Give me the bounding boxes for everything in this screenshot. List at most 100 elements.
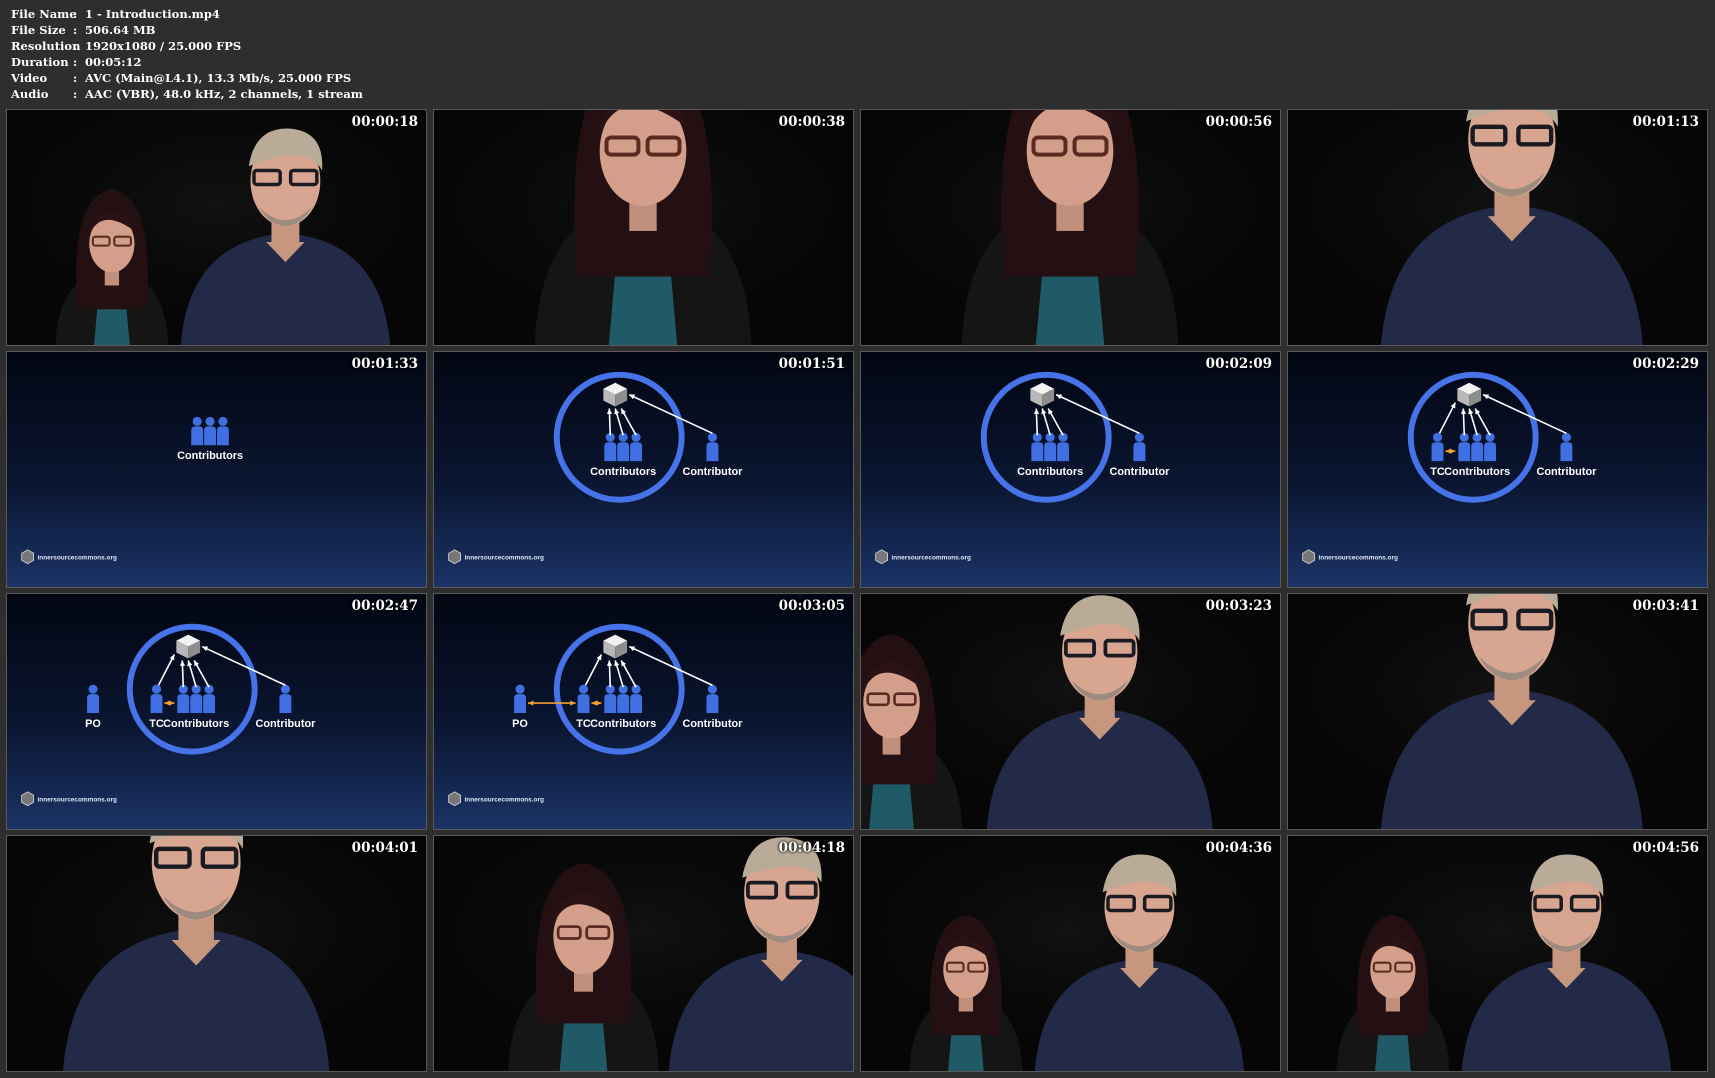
contribution-arrow [1047,408,1064,436]
product-owner-person-icon [87,684,99,713]
info-label: Resolution [11,38,81,53]
video-frame [861,594,1280,829]
info-label: Audio [11,86,49,101]
slide-frame: innersourcecommons.org Contributors Contri… [448,623,743,807]
info-row-duration: Duration : 00:05:12 [11,55,363,71]
tc-contribution-arrow [584,654,603,686]
info-value: 506.64 MB [85,22,156,37]
video-thumbnail[interactable]: 00:00:38 [433,109,854,346]
thumbnail-timestamp: 00:04:18 [778,840,845,856]
contributor-label: Contributor [1109,466,1170,478]
contributor-person-icon [1471,432,1484,462]
info-value: 1920x1080 / 25.000 FPS [85,38,242,53]
innersource-logo [875,549,888,565]
contributor-person-icon [630,684,643,713]
contributor-person-icon [1458,432,1471,462]
contributor-person-icon [617,684,630,713]
video-thumbnail[interactable]: innersourcecommons.org Contributors 00:01:… [6,351,427,588]
video-thumbnail[interactable]: 00:01:13 [1287,109,1708,346]
video-thumbnail[interactable]: 00:04:56 [1287,835,1708,1072]
contribution-arrow [620,660,637,688]
info-row-file-size: File Size : 506.64 MB [11,23,363,39]
po-tc-link [527,700,576,706]
video-frame [861,110,1280,345]
video-thumbnail[interactable]: innersourcecommons.org Contributors Contri… [860,351,1281,588]
footer-url: innersourcecommons.org [465,555,544,562]
repository-cube-icon [1457,382,1482,407]
po-label: PO [85,718,101,730]
contributors-label: Contributors [177,450,243,462]
contributor-person-icon [216,416,229,446]
external-contributor-person-icon [1133,432,1146,462]
trusted-committer-person-icon [150,684,163,713]
tc-label: TC [1430,466,1445,478]
video-thumbnail[interactable]: 00:04:01 [6,835,427,1072]
info-separator: : [73,86,78,101]
contributor-person-icon [617,432,630,462]
contribution-arrow [1460,408,1467,436]
video-thumbnail[interactable]: innersourcecommons.org Contributors Contri… [6,593,427,830]
footer-url: innersourcecommons.org [1319,555,1398,562]
tc-label: TC [576,718,591,730]
video-frame [861,836,1280,1071]
video-thumbnail[interactable]: innersourcecommons.org Contributors Contri… [1287,351,1708,588]
info-row-file-name: File Name : 1 - Introduction.mp4 [11,7,363,23]
info-value: AVC (Main@L4.1), 13.3 Mb/s, 25.000 FPS [85,70,352,85]
video-thumbnail[interactable]: 00:04:36 [860,835,1281,1072]
thumbnail-timestamp: 00:00:18 [351,114,418,130]
thumbnail-timestamp: 00:01:51 [778,356,845,372]
contribution-arrow [606,408,613,436]
contributor-person-icon [1484,432,1497,462]
contributor-label: Contributor [255,718,316,730]
tc-contributors-link [1445,448,1456,454]
thumbnail-timestamp: 00:02:29 [1632,356,1699,372]
contribution-arrow [179,660,186,688]
tc-contributors-link [164,700,175,706]
info-separator: : [73,70,78,85]
innersource-logo [21,549,34,565]
video-thumbnail[interactable]: 00:03:23 [860,593,1281,830]
contributors-label: Contributors [1444,466,1510,478]
info-row-video: Video : AVC (Main@L4.1), 13.3 Mb/s, 25.0… [11,71,363,87]
thumbnail-timestamp: 00:03:23 [1205,598,1272,614]
innersource-logo [1302,549,1315,565]
slide-frame: innersourcecommons.org Contributors [21,416,243,565]
slide-frame: innersourcecommons.org Contributors Contri… [21,623,316,807]
video-thumbnail[interactable]: innersourcecommons.org Contributors Contri… [433,351,854,588]
info-separator: : [73,22,78,37]
contributor-person-icon [630,432,643,462]
thumbnail-timestamp: 00:03:05 [778,598,845,614]
repository-cube-icon [603,382,628,407]
contributor-person-icon [191,416,204,446]
footer-url: innersourcecommons.org [892,555,971,562]
video-frame [434,836,853,1071]
thumbnail-timestamp: 00:00:38 [778,114,845,130]
slide-frame: innersourcecommons.org Contributors Contri… [448,371,743,565]
contributor-person-icon [1057,432,1070,462]
external-contributor-person-icon [1560,432,1573,462]
product-owner-person-icon [514,684,526,713]
thumbnail-timestamp: 00:02:47 [351,598,418,614]
video-thumbnail[interactable]: 00:03:41 [1287,593,1708,830]
slide-frame: innersourcecommons.org Contributors Contri… [875,371,1170,565]
video-frame [1288,836,1707,1071]
contributor-person-icon [604,684,617,713]
contributors-label: Contributors [163,718,229,730]
contribution-arrow [193,660,210,688]
video-frame [1288,110,1707,345]
contributor-person-icon [1031,432,1044,462]
video-thumbnail[interactable]: 00:00:56 [860,109,1281,346]
info-separator: : [73,54,78,69]
thumbnail-timestamp: 00:04:56 [1632,840,1699,856]
video-thumbnail[interactable]: 00:04:18 [433,835,854,1072]
contributor-person-icon [190,684,203,713]
contributor-person-icon [204,416,217,446]
info-row-audio: Audio : AAC (VBR), 48.0 kHz, 2 channels,… [11,87,363,103]
thumbnail-timestamp: 00:04:01 [351,840,418,856]
video-thumbnail[interactable]: innersourcecommons.org Contributors Contri… [433,593,854,830]
contribution-arrow [1033,408,1040,436]
info-label: File Name [11,7,77,21]
tc-contributors-link [591,700,602,706]
video-frame [7,110,426,345]
video-thumbnail[interactable]: 00:00:18 [6,109,427,346]
